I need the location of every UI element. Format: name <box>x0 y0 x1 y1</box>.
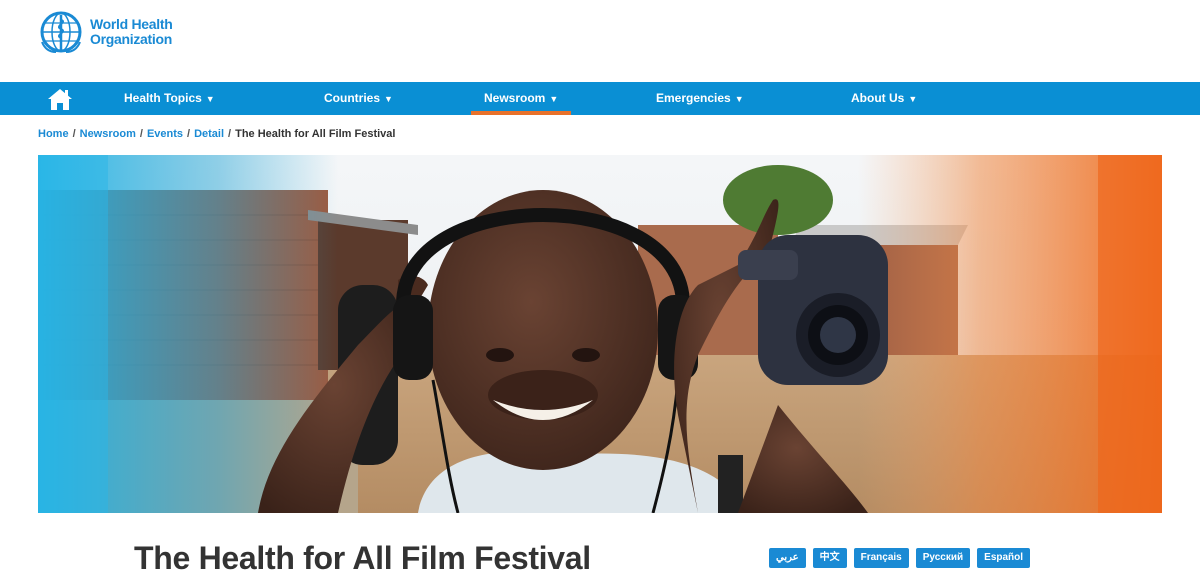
who-emblem-icon <box>40 11 82 53</box>
chevron-down-icon: ▼ <box>549 94 559 104</box>
lang-button-spanish[interactable]: Español <box>977 548 1031 568</box>
hero-image <box>38 155 1162 513</box>
breadcrumb-separator: / <box>228 128 232 140</box>
lang-button-russian[interactable]: Русский <box>915 548 971 568</box>
nav-active-indicator <box>471 111 571 115</box>
chevron-down-icon: ▼ <box>384 94 393 104</box>
nav-label: Newsroom <box>484 91 546 105</box>
main-navigation: Health Topics ▼ Countries ▼ Newsroom ▼ Emer… <box>0 82 1200 115</box>
nav-label: Emergencies <box>656 91 731 105</box>
logo-line-2: Organization <box>90 31 172 47</box>
who-logo[interactable]: World Health Organization <box>38 10 173 54</box>
nav-label: Countries <box>324 91 381 105</box>
nav-about-us[interactable]: About Us ▼ <box>851 82 917 115</box>
nav-health-topics[interactable]: Health Topics ▼ <box>124 82 215 115</box>
nav-label: About Us <box>851 91 905 105</box>
lang-button-french[interactable]: Français <box>853 548 909 568</box>
breadcrumb-current: The Health for All Film Festival <box>235 128 396 140</box>
site-header: World Health Organization <box>0 0 1200 82</box>
logo-line-1: World Health <box>90 16 173 32</box>
breadcrumb: Home / Newsroom / Events / Detail / The Health f… <box>38 128 395 140</box>
breadcrumb-events[interactable]: Events <box>147 128 183 140</box>
hero-photo-illustration <box>38 155 1162 513</box>
nav-emergencies[interactable]: Emergencies ▼ <box>656 82 744 115</box>
breadcrumb-separator: / <box>72 128 76 140</box>
nav-label: Health Topics <box>124 91 202 105</box>
breadcrumb-separator: / <box>139 128 143 140</box>
nav-countries[interactable]: Countries ▼ <box>324 82 393 115</box>
logo-wordmark: World Health Organization <box>90 16 173 47</box>
chevron-down-icon: ▼ <box>205 94 215 104</box>
page-title: The Health for All Film Festival <box>134 540 591 576</box>
language-switcher: عربي 中文 Français Русский Español <box>769 548 1031 568</box>
home-icon[interactable] <box>46 87 74 111</box>
breadcrumb-home[interactable]: Home <box>38 128 69 140</box>
lang-button-chinese[interactable]: 中文 <box>812 548 847 568</box>
breadcrumb-newsroom[interactable]: Newsroom <box>80 128 136 140</box>
chevron-down-icon: ▼ <box>734 94 744 104</box>
chevron-down-icon: ▼ <box>908 94 918 104</box>
breadcrumb-separator: / <box>187 128 191 140</box>
breadcrumb-detail[interactable]: Detail <box>194 128 224 140</box>
lang-button-arabic[interactable]: عربي <box>769 548 806 568</box>
